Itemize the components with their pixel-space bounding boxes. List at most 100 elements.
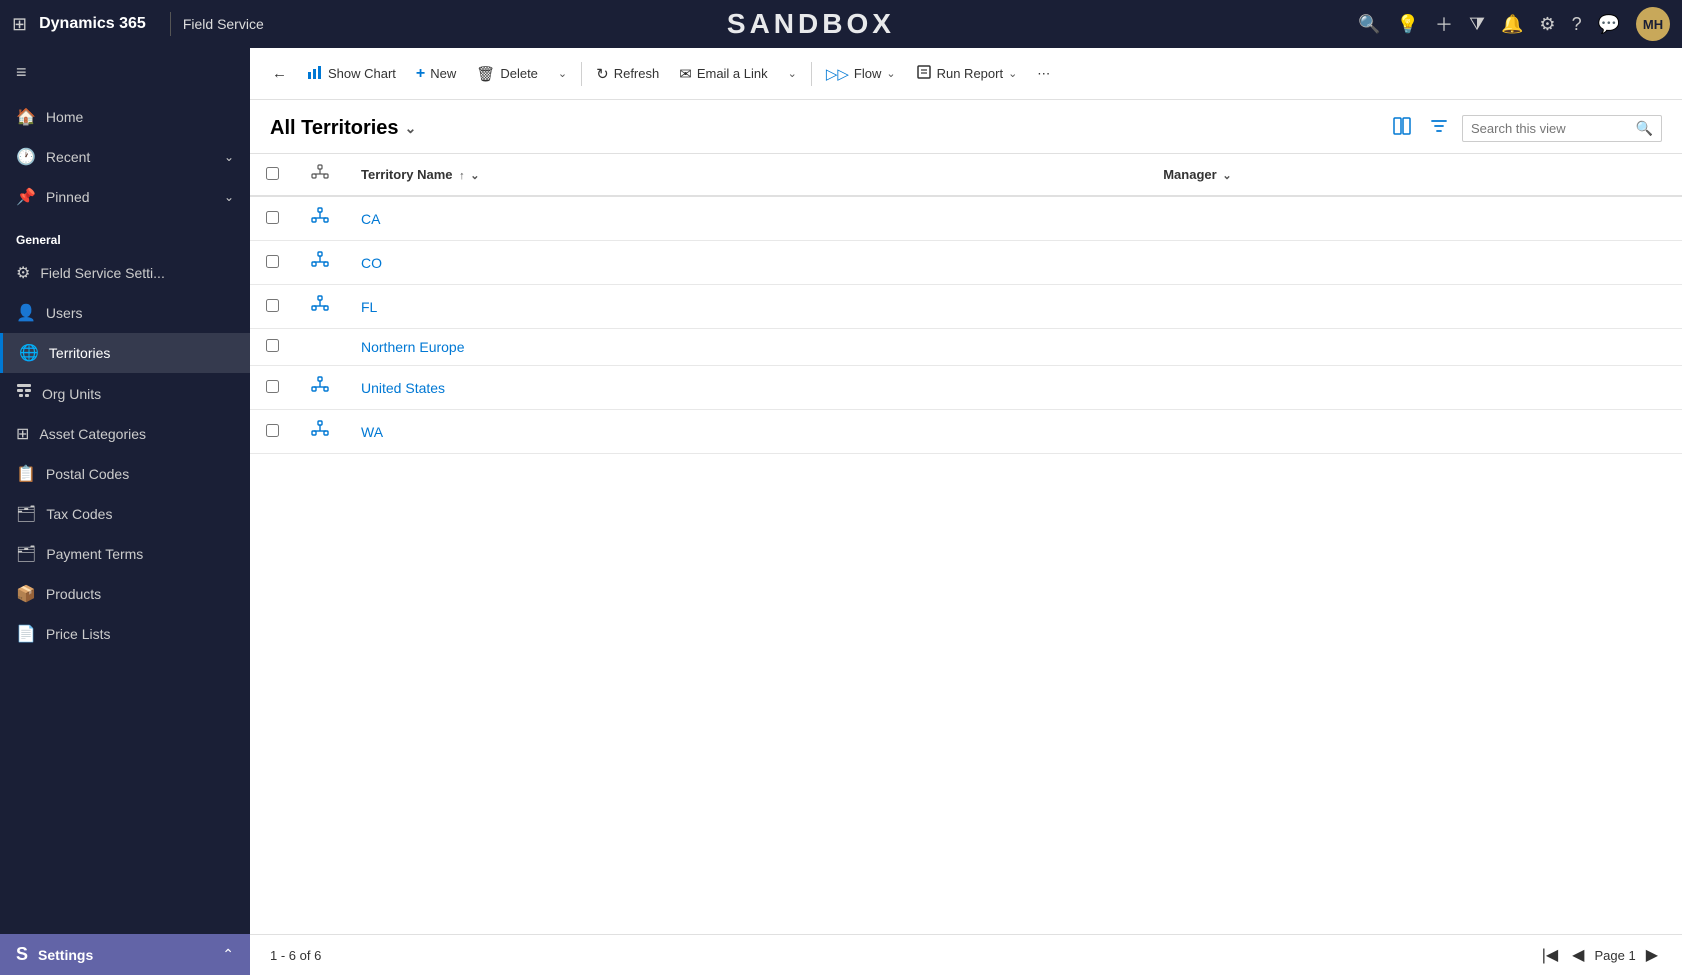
col-sort-chevron-icon: ⌄ <box>470 170 479 182</box>
sidebar-item-price-lists[interactable]: 📄 Price Lists <box>0 614 250 654</box>
sidebar-item-users[interactable]: 👤 Users <box>0 293 250 333</box>
edit-columns-icon[interactable] <box>1388 112 1416 145</box>
add-icon[interactable]: ＋ <box>1435 11 1453 37</box>
flow-button[interactable]: ▷▷ Flow ⌄ <box>816 59 906 89</box>
email-icon: ✉ <box>679 65 692 83</box>
search-box[interactable]: 🔍 <box>1462 115 1662 142</box>
next-page-button[interactable]: ▶ <box>1642 943 1662 967</box>
email-link-button[interactable]: ✉ Email a Link <box>669 59 777 89</box>
table-row: Northern Europe <box>250 329 1682 366</box>
table-row: WA <box>250 410 1682 454</box>
filter-icon[interactable]: ⧩ <box>1469 14 1485 35</box>
settings-icon[interactable]: ⚙ <box>1539 14 1555 35</box>
main-layout: ≡ 🏠 Home 🕐 Recent ⌄ 📌 Pinned ⌄ General ⚙… <box>0 48 1682 975</box>
territory-link[interactable]: Northern Europe <box>361 339 465 355</box>
row-name: CO <box>345 241 1147 285</box>
email-more-button[interactable]: ⌄ <box>778 61 807 86</box>
back-button[interactable]: ← <box>262 59 297 88</box>
row-checkbox[interactable] <box>250 285 295 329</box>
grid-menu-icon[interactable]: ⊞ <box>12 14 27 35</box>
sidebar-item-territories[interactable]: 🌐 Territories <box>0 333 250 373</box>
territory-link[interactable]: CO <box>361 255 382 271</box>
select-all-checkbox[interactable] <box>266 167 279 180</box>
toolbar-divider-2 <box>811 62 812 86</box>
flow-label: Flow <box>854 66 881 81</box>
table-header: Territory Name ↑ ⌄ Manager ⌄ <box>250 154 1682 196</box>
sidebar-item-tax-codes[interactable]: 🗂 Tax Codes <box>0 494 250 534</box>
refresh-icon: ↻ <box>596 65 609 83</box>
new-button[interactable]: + New <box>406 59 466 89</box>
flow-icon: ▷▷ <box>826 65 849 83</box>
filter-view-icon[interactable] <box>1426 113 1452 144</box>
sidebar-item-home[interactable]: 🏠 Home <box>0 97 250 137</box>
territory-link[interactable]: United States <box>361 380 445 396</box>
sidebar-item-label: Home <box>46 109 83 125</box>
org-units-icon <box>16 383 32 404</box>
row-icon <box>295 366 345 410</box>
manager-col-header[interactable]: Manager ⌄ <box>1147 154 1682 196</box>
delete-chevron-icon: ⌄ <box>558 67 567 80</box>
territory-link[interactable]: WA <box>361 424 383 440</box>
territories-data-table: Territory Name ↑ ⌄ Manager ⌄ <box>250 154 1682 454</box>
row-checkbox[interactable] <box>250 410 295 454</box>
user-avatar[interactable]: MH <box>1636 7 1670 41</box>
tax-icon: 🗂 <box>16 504 36 524</box>
globe-icon: 🌐 <box>19 343 39 363</box>
sidebar-settings-bottom[interactable]: S Settings ⌃ <box>0 934 250 975</box>
help-icon[interactable]: ? <box>1572 14 1582 35</box>
notification-icon[interactable]: 🔔 <box>1501 14 1523 35</box>
toolbar: ← Show Chart + New 🗑 Delete <box>250 48 1682 100</box>
refresh-button[interactable]: ↻ Refresh <box>586 59 669 89</box>
delete-icon: 🗑 <box>476 65 495 83</box>
delete-button[interactable]: 🗑 Delete <box>466 59 548 89</box>
sidebar-item-postal-codes[interactable]: 📋 Postal Codes <box>0 454 250 494</box>
sidebar-item-payment-terms[interactable]: 🗂 Payment Terms <box>0 534 250 574</box>
search-input[interactable] <box>1471 121 1636 136</box>
prev-page-icon: ◀ <box>1572 947 1584 964</box>
run-report-button[interactable]: Run Report ⌄ <box>906 58 1028 90</box>
sidebar-section-general: General <box>0 217 250 253</box>
flow-chevron-icon: ⌄ <box>886 67 895 80</box>
prev-page-button[interactable]: ◀ <box>1568 943 1588 967</box>
row-checkbox[interactable] <box>250 196 295 241</box>
row-icon <box>295 285 345 329</box>
sidebar-item-pinned[interactable]: 📌 Pinned ⌄ <box>0 177 250 217</box>
view-title[interactable]: All Territories ⌄ <box>270 117 416 140</box>
sidebar-item-products[interactable]: 📦 Products <box>0 574 250 614</box>
show-chart-button[interactable]: Show Chart <box>297 58 406 90</box>
row-icon <box>295 329 345 366</box>
territory-link[interactable]: FL <box>361 299 377 315</box>
row-checkbox[interactable] <box>250 366 295 410</box>
back-icon: ← <box>272 65 287 82</box>
first-page-button[interactable]: |◀ <box>1538 943 1562 967</box>
sidebar-item-asset-categories[interactable]: ⊞ Asset Categories <box>0 414 250 454</box>
icon-col-header <box>295 154 345 196</box>
row-checkbox[interactable] <box>250 241 295 285</box>
delete-more-button[interactable]: ⌄ <box>548 61 577 86</box>
chat-icon[interactable]: 💬 <box>1598 14 1620 35</box>
chevron-icon: ⌄ <box>224 190 234 204</box>
run-report-chevron-icon: ⌄ <box>1008 67 1017 80</box>
territory-link[interactable]: CA <box>361 211 380 227</box>
lightbulb-icon[interactable]: 💡 <box>1397 14 1419 35</box>
new-label: New <box>430 66 456 81</box>
table-body: CA <box>250 196 1682 454</box>
row-checkbox[interactable] <box>250 329 295 366</box>
territory-name-col-header[interactable]: Territory Name ↑ ⌄ <box>345 154 1147 196</box>
search-icon[interactable]: 🔍 <box>1358 14 1380 35</box>
sidebar-item-field-service-settings[interactable]: ⚙ Field Service Setti... <box>0 253 250 293</box>
more-options-button[interactable]: ⋯ <box>1027 60 1060 88</box>
email-label: Email a Link <box>697 66 768 81</box>
sidebar-item-org-units[interactable]: Org Units <box>0 373 250 414</box>
row-manager <box>1147 241 1682 285</box>
row-icon <box>295 241 345 285</box>
sidebar-menu-button[interactable]: ≡ <box>0 48 250 97</box>
main-content: ← Show Chart + New 🗑 Delete <box>250 48 1682 975</box>
sidebar-item-recent[interactable]: 🕐 Recent ⌄ <box>0 137 250 177</box>
territories-table: Territory Name ↑ ⌄ Manager ⌄ <box>250 154 1682 934</box>
sidebar-item-label: Recent <box>46 149 90 165</box>
row-manager <box>1147 196 1682 241</box>
row-manager <box>1147 410 1682 454</box>
sidebar-item-label: Asset Categories <box>39 426 146 442</box>
run-report-icon <box>916 64 932 84</box>
